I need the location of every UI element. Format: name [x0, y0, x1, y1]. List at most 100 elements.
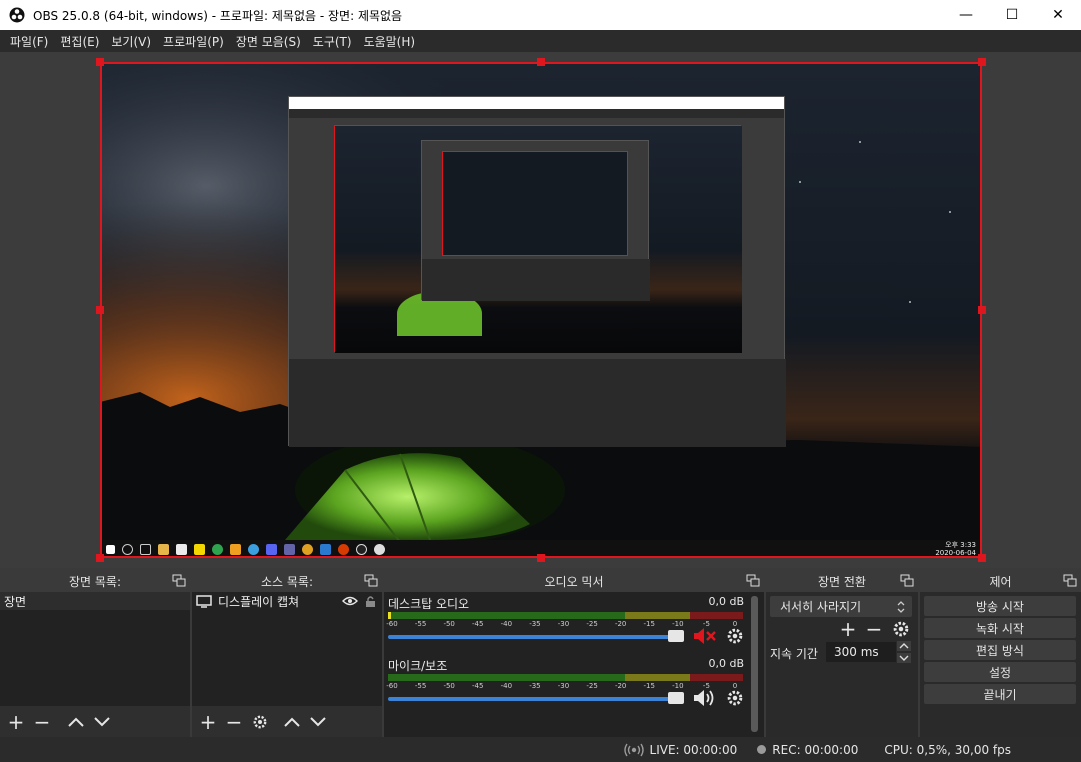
controls-body: 방송 시작 녹화 시작 편집 방식 설정 끝내기 [920, 592, 1081, 737]
add-scene-button[interactable]: + [6, 712, 26, 732]
source-item[interactable]: 디스플레이 캡쳐 [192, 592, 382, 610]
file-explorer-icon[interactable] [158, 543, 169, 555]
discord-icon[interactable] [266, 543, 277, 555]
broadcast-icon [623, 743, 644, 756]
muted-speaker-icon[interactable] [693, 627, 717, 645]
move-up-icon[interactable] [282, 712, 302, 732]
exit-button[interactable]: 끝내기 [924, 684, 1076, 704]
windows-start-icon[interactable] [106, 544, 115, 554]
mixer-title: 오디오 믹서 [544, 574, 604, 589]
duration-spinbox[interactable]: 300 ms [826, 642, 896, 662]
visibility-eye-icon[interactable] [342, 596, 358, 606]
app-blue-icon[interactable] [248, 543, 259, 555]
volume-slider-knob[interactable] [668, 630, 684, 642]
transitions-dock: 장면 전환 서서히 사라지기 + − 지속 기간 300 ms [766, 570, 918, 737]
meter-tick-label: -30 [557, 682, 570, 690]
kakaotalk-icon[interactable] [194, 543, 205, 555]
meter-tick-label: -50 [443, 620, 455, 628]
mixer-dock-title: 오디오 믹서 [384, 570, 764, 592]
store-icon[interactable] [176, 543, 187, 555]
undock-icon[interactable] [746, 574, 760, 588]
app-red-icon[interactable] [338, 543, 349, 555]
resize-handle-r[interactable] [978, 306, 986, 314]
undock-icon[interactable] [1063, 574, 1077, 588]
resize-handle-l[interactable] [96, 306, 104, 314]
chrome-icon[interactable] [302, 543, 313, 555]
app-green-icon[interactable] [212, 543, 223, 555]
obs-taskbar-icon[interactable] [356, 543, 367, 555]
undock-icon[interactable] [172, 574, 186, 588]
meter-tick-label: -40 [500, 620, 513, 628]
mixer-scrollbar[interactable] [751, 596, 758, 732]
resize-handle-tr[interactable] [978, 58, 986, 66]
undock-icon[interactable] [900, 574, 914, 588]
resize-handle-bl[interactable] [96, 554, 104, 562]
move-down-icon[interactable] [92, 712, 112, 732]
source-item-label: 디스플레이 캡쳐 [218, 594, 300, 609]
resize-handle-tl[interactable] [96, 58, 104, 66]
menu-profile[interactable]: 프로파일(P) [157, 33, 230, 50]
status-bar: LIVE: 00:00:00 REC: 00:00:00 CPU: 0,5%, … [0, 737, 1081, 762]
rec-time: REC: 00:00:00 [772, 742, 859, 757]
menu-tools[interactable]: 도구(T) [307, 33, 358, 50]
transitions-title: 장면 전환 [818, 574, 866, 589]
remove-source-button[interactable]: − [224, 712, 244, 732]
speaker-icon[interactable] [693, 689, 717, 707]
add-transition-button[interactable]: + [838, 619, 858, 639]
close-button[interactable]: ✕ [1035, 0, 1081, 30]
settings-button[interactable]: 설정 [924, 662, 1076, 682]
volume-slider-track[interactable] [388, 697, 683, 701]
remove-transition-button[interactable]: − [864, 619, 884, 639]
meter-tick-label: -25 [586, 682, 598, 690]
transition-properties-gear-icon[interactable] [892, 620, 910, 638]
menu-help[interactable]: 도움말(H) [358, 33, 422, 50]
meter-tick-label: -25 [586, 620, 598, 628]
undock-icon[interactable] [364, 574, 378, 588]
teams-icon[interactable] [284, 543, 295, 555]
channel-settings-gear-icon[interactable] [726, 689, 744, 707]
menu-edit[interactable]: 편집(E) [54, 33, 105, 50]
sources-toolbar: + − [192, 706, 382, 737]
studio-mode-button[interactable]: 편집 방식 [924, 640, 1076, 660]
nested-obs-window [288, 96, 786, 447]
menu-scene-collection[interactable]: 장면 모음(S) [230, 33, 307, 50]
app-orange-icon[interactable] [230, 543, 241, 555]
channel-db: 0,0 dB [708, 595, 744, 608]
scenes-title: 장면 목록: [68, 574, 122, 589]
remove-scene-button[interactable]: − [32, 712, 52, 732]
taskbar-clock[interactable]: 오후 3:33 2020-06-04 [935, 541, 976, 557]
preview-area[interactable]: 오후 3:33 2020-06-04 [0, 52, 1081, 568]
app-white-icon[interactable] [374, 543, 385, 555]
meter-tick-label: -10 [672, 620, 684, 628]
menu-view[interactable]: 보기(V) [105, 33, 157, 50]
move-down-icon[interactable] [308, 712, 328, 732]
resize-handle-br[interactable] [978, 554, 986, 562]
search-icon[interactable] [122, 543, 133, 555]
meter-tick-label: -10 [672, 682, 684, 690]
sources-list[interactable]: 디스플레이 캡쳐 [192, 592, 382, 706]
menu-file[interactable]: 파일(F) [4, 33, 54, 50]
start-streaming-button[interactable]: 방송 시작 [924, 596, 1076, 616]
lock-icon[interactable] [365, 595, 376, 608]
scene-item[interactable]: 장면 [0, 592, 190, 610]
volume-slider-track[interactable] [388, 635, 683, 639]
add-source-button[interactable]: + [198, 712, 218, 732]
volume-slider-knob[interactable] [668, 692, 684, 704]
minimize-button[interactable]: — [943, 0, 989, 30]
move-up-icon[interactable] [66, 712, 86, 732]
resize-handle-t[interactable] [537, 58, 545, 66]
start-recording-button[interactable]: 녹화 시작 [924, 618, 1076, 638]
meter-tick-label: -55 [414, 620, 427, 628]
spin-arrows-icon[interactable] [897, 641, 911, 663]
photos-icon[interactable] [320, 543, 331, 555]
source-properties-gear-icon[interactable] [250, 712, 270, 732]
task-view-icon[interactable] [140, 543, 151, 555]
transition-select[interactable]: 서서히 사라지기 [770, 596, 912, 617]
resize-handle-b[interactable] [537, 554, 545, 562]
live-time: LIVE: 00:00:00 [649, 742, 738, 757]
preview-canvas[interactable]: 오후 3:33 2020-06-04 [100, 62, 982, 558]
scenes-list[interactable]: 장면 [0, 592, 190, 706]
maximize-button[interactable]: ☐ [989, 0, 1035, 30]
meter-tick-label: -45 [472, 620, 484, 628]
channel-settings-gear-icon[interactable] [726, 627, 744, 645]
